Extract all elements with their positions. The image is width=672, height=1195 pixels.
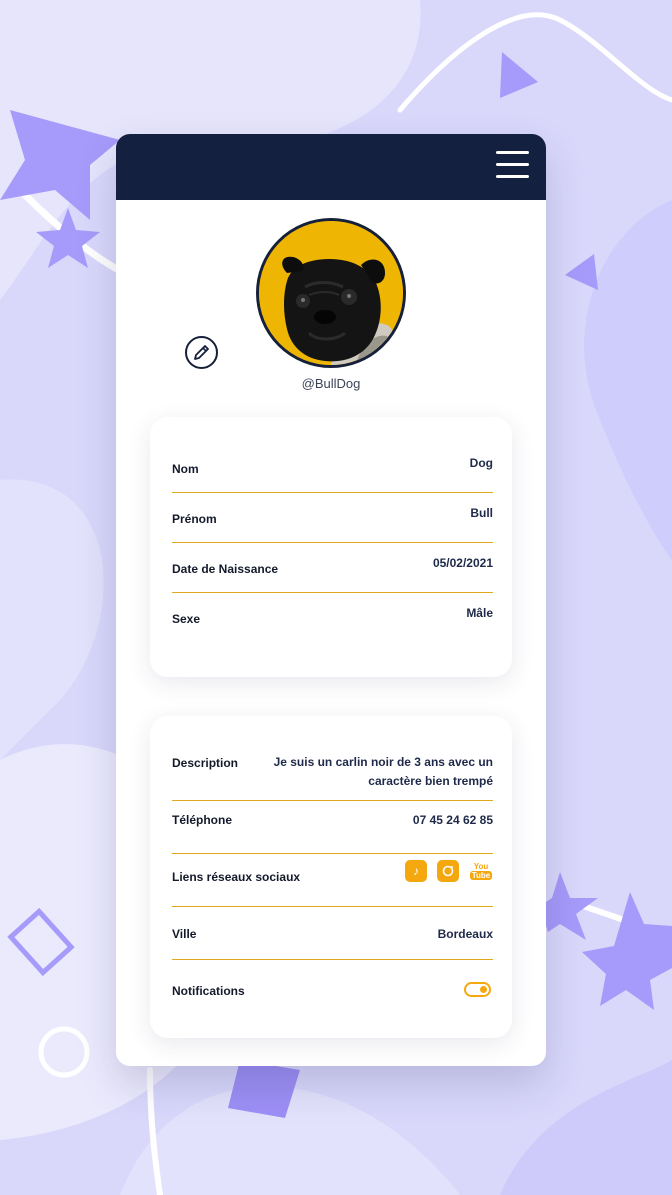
profile-screen: @BullDog Nom Dog Prénom Bull Date de Nai…	[116, 134, 546, 1066]
description-value: Je suis un carlin noir de 3 ans avec un …	[273, 755, 493, 788]
city-value: Bordeaux	[437, 927, 493, 941]
phone-value: 07 45 24 62 85	[412, 813, 493, 827]
row-value: 05/02/2021	[432, 556, 493, 570]
row-label: Prénom	[172, 512, 217, 526]
avatar	[256, 218, 406, 368]
pencil-icon	[194, 345, 209, 360]
details-card: Description Je suis un carlin noir de 3 …	[150, 716, 512, 1038]
row-value: Dog	[469, 456, 493, 470]
instagram-glyph	[442, 865, 454, 877]
top-bar	[116, 134, 546, 200]
row-ville: Ville Bordeaux	[172, 917, 493, 960]
row-description: Description Je suis un carlin noir de 3 …	[172, 752, 493, 801]
identity-card: Nom Dog Prénom Bull Date de Naissance 05…	[150, 417, 512, 677]
row-telephone: Téléphone 07 45 24 62 85	[172, 811, 493, 854]
row-date-naissance: Date de Naissance 05/02/2021	[172, 553, 493, 593]
row-social: Liens réseaux sociaux ♪ You Tube	[172, 860, 493, 907]
edit-profile-button[interactable]	[185, 336, 218, 369]
youtube-top-text: You	[473, 862, 489, 871]
row-value: Bull	[470, 506, 493, 520]
youtube-icon[interactable]: You Tube	[469, 860, 493, 882]
notifications-toggle[interactable]	[464, 982, 491, 997]
toggle-knob	[480, 986, 487, 993]
row-label: Date de Naissance	[172, 562, 279, 576]
row-label: Description	[172, 756, 239, 770]
social-links: ♪ You Tube	[405, 860, 493, 882]
row-prenom: Prénom Bull	[172, 503, 493, 543]
row-sexe: Sexe Mâle	[172, 603, 493, 643]
row-value: Mâle	[466, 606, 493, 620]
row-label: Ville	[172, 927, 197, 941]
pug-photo	[259, 221, 403, 365]
row-label: Sexe	[172, 612, 201, 626]
row-label: Liens réseaux sociaux	[172, 870, 301, 884]
username: @BullDog	[301, 376, 361, 391]
row-label: Téléphone	[172, 813, 233, 827]
row-label: Nom	[172, 462, 199, 476]
row-notifications: Notifications	[172, 970, 493, 1010]
instagram-icon[interactable]	[437, 860, 459, 882]
youtube-bottom-text: Tube	[469, 871, 493, 880]
row-label: Notifications	[172, 984, 245, 998]
row-nom: Nom Dog	[172, 453, 493, 493]
tiktok-icon[interactable]: ♪	[405, 860, 427, 882]
hamburger-menu-icon[interactable]	[496, 151, 529, 179]
